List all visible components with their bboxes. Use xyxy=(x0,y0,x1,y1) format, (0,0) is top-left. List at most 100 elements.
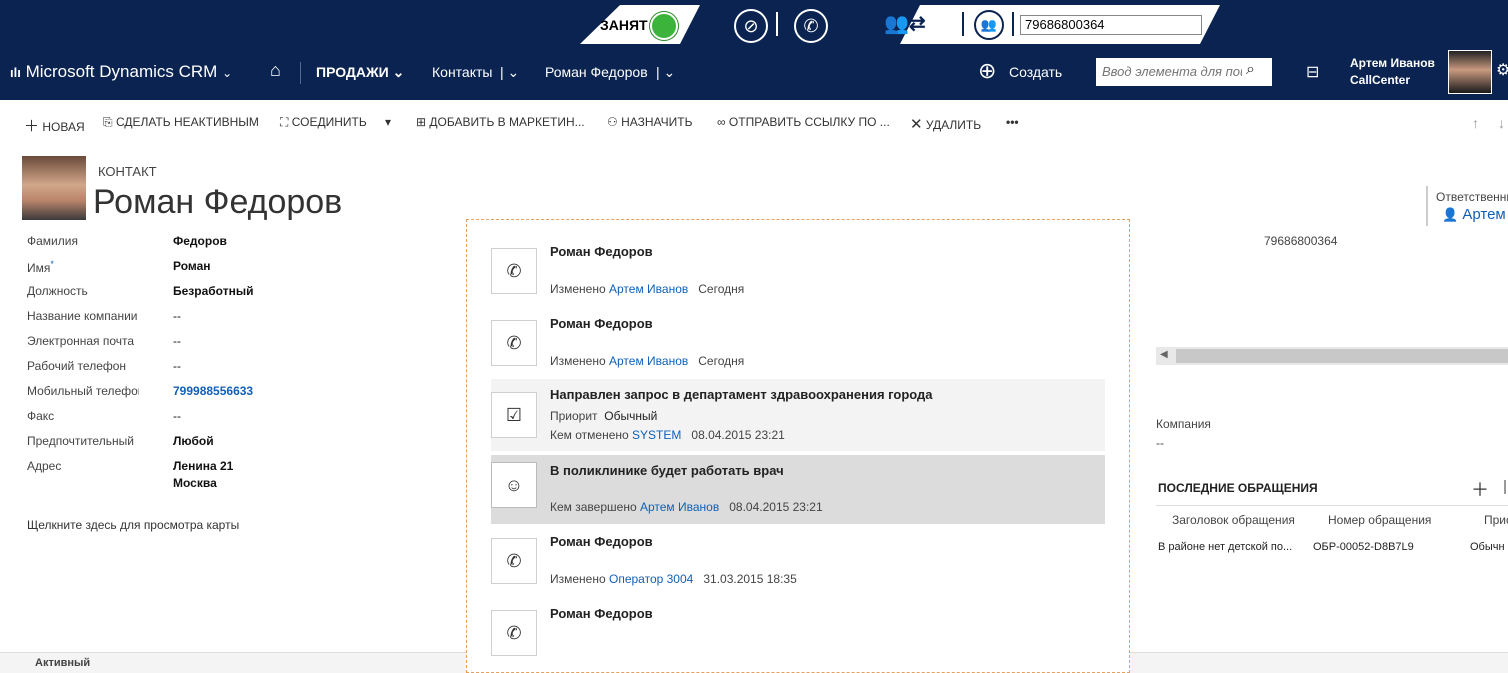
scroll-left-icon[interactable]: ◀ xyxy=(1160,349,1168,360)
field-value-business-phone[interactable]: -- xyxy=(173,359,181,373)
field-label-mobile-phone: Мобильный телефон xyxy=(27,384,139,398)
contact-photo[interactable] xyxy=(22,156,86,220)
phone-value: 79686800364 xyxy=(1264,234,1338,248)
case-title-cell[interactable]: В районе нет детской по... xyxy=(1158,541,1292,553)
activity-title[interactable]: В поликлинике будет работать врач xyxy=(550,463,784,478)
field-value-firstname[interactable]: Роман xyxy=(173,259,211,273)
merge-icon: ⛶ xyxy=(280,115,289,129)
phone-call-icon: ✆ xyxy=(491,320,537,366)
phone-number-input[interactable] xyxy=(1020,15,1202,35)
assign-label: НАЗНАЧИТЬ xyxy=(621,115,693,129)
field-label-email: Электронная почта xyxy=(27,334,135,348)
assign-button[interactable]: ⚇ НАЗНАЧИТЬ xyxy=(607,115,692,129)
mute-icon[interactable]: ⊘ xyxy=(734,9,768,43)
merge-button[interactable]: ⛶ СОЕДИНИТЬ xyxy=(280,115,367,130)
nav-area-sales[interactable]: ПРОДАЖИ ⌄ xyxy=(316,64,404,81)
gear-icon[interactable]: ⚙ xyxy=(1496,60,1508,80)
service-activity-icon: ☺ xyxy=(491,462,537,508)
activity-title[interactable]: Роман Федоров xyxy=(550,606,653,621)
activity-meta: Кем отменено SYSTEM 08.04.2015 23:21 xyxy=(550,428,785,442)
search-icon[interactable]: ⌕ xyxy=(1246,61,1255,79)
deactivate-button[interactable]: ⎘ СДЕЛАТЬ НЕАКТИВНЫМ xyxy=(103,115,259,130)
chevron-down-icon[interactable]: | ⌄ xyxy=(500,64,519,81)
send-link-button[interactable]: ∞ ОТПРАВИТЬ ССЫЛКУ ПО ... xyxy=(717,115,890,129)
divider xyxy=(1504,480,1506,494)
activity-author-link[interactable]: Артем Иванов xyxy=(609,354,688,368)
case-number-cell[interactable]: ОБР-00052-D8B7L9 xyxy=(1313,541,1414,553)
field-value-mobile-phone[interactable]: 799988556633 xyxy=(173,384,253,398)
phone-call-icon: ✆ xyxy=(491,248,537,294)
nav-record[interactable]: Роман Федоров xyxy=(545,64,648,80)
case-priority-cell[interactable]: Обычн xyxy=(1470,541,1505,553)
field-value-lastname[interactable]: Федоров xyxy=(173,234,227,248)
field-label-address: Адрес xyxy=(27,459,62,473)
divider xyxy=(1012,12,1014,36)
view-map-link[interactable]: Щелкните здесь для просмотра карты xyxy=(27,518,239,532)
activity-title[interactable]: Направлен запрос в департамент здравоохр… xyxy=(550,387,933,402)
page-title: Роман Федоров xyxy=(93,183,343,221)
owner-link[interactable]: 👤 Артем xyxy=(1442,206,1506,223)
command-bar: ＋ НОВАЯ ⎘ СДЕЛАТЬ НЕАКТИВНЫМ ⛶ СОЕДИНИТЬ… xyxy=(0,100,1508,144)
activity-title[interactable]: Роман Федоров xyxy=(550,316,653,331)
activity-item[interactable]: ✆ Роман Федоров Изменено Артем Иванов Се… xyxy=(491,314,1105,374)
delete-button[interactable]: ✕ УДАЛИТЬ xyxy=(910,115,981,133)
field-value-email[interactable]: -- xyxy=(173,334,181,348)
create-button[interactable]: Создать xyxy=(1009,64,1062,80)
chevron-down-icon: ⌄ xyxy=(222,66,233,80)
activity-item[interactable]: ✆ Роман Федоров xyxy=(491,604,1105,664)
field-value-company[interactable]: -- xyxy=(173,309,181,323)
transfer-icon[interactable]: 👥⇄ xyxy=(884,11,950,37)
field-label-business-phone: Рабочий телефон xyxy=(27,359,127,373)
app-title-menu[interactable]: ılı Microsoft Dynamics CRM ⌄ xyxy=(10,62,232,82)
add-case-icon[interactable]: ＋ xyxy=(1471,476,1489,502)
activity-author-link[interactable]: Артем Иванов xyxy=(609,282,688,296)
nav-entity-contacts[interactable]: Контакты xyxy=(432,64,492,80)
activity-item[interactable]: ☑ Направлен запрос в департамент здравоо… xyxy=(491,379,1105,451)
activity-feed-panel: ✆ Роман Федоров Изменено Артем Иванов Се… xyxy=(466,219,1130,673)
search-input[interactable] xyxy=(1096,58,1248,84)
more-commands-button[interactable]: ••• xyxy=(1006,115,1019,129)
phonebar-dark-left xyxy=(0,5,580,44)
activity-author-link[interactable]: Артем Иванов xyxy=(640,500,719,514)
divider xyxy=(962,12,964,36)
activity-author-link[interactable]: SYSTEM xyxy=(632,428,681,442)
field-value-jobtitle[interactable]: Безработный xyxy=(173,284,253,298)
avatar[interactable] xyxy=(1448,50,1492,94)
activity-item[interactable]: ✆ Роман Федоров Изменено Артем Иванов Се… xyxy=(491,242,1105,302)
field-value-fax[interactable]: -- xyxy=(173,409,181,423)
add-to-marketing-button[interactable]: ⊞ ДОБАВИТЬ В МАРКЕТИН... xyxy=(416,115,585,129)
activity-item[interactable]: ☺ В поликлинике будет работать врач Кем … xyxy=(491,455,1105,524)
column-header-priority[interactable]: Приор xyxy=(1484,513,1508,527)
user-name: Артем Иванов xyxy=(1350,56,1435,70)
column-header-title[interactable]: Заголовок обращения xyxy=(1172,513,1295,527)
chevron-down-icon[interactable]: | ⌄ xyxy=(656,64,675,81)
home-icon[interactable]: ⌂ xyxy=(270,60,281,81)
navigation-bar: ılı Microsoft Dynamics CRM ⌄ ⌂ ПРОДАЖИ ⌄… xyxy=(0,44,1508,100)
column-header-number[interactable]: Номер обращения xyxy=(1328,513,1431,527)
activity-title[interactable]: Роман Федоров xyxy=(550,534,653,549)
new-button[interactable]: ＋ НОВАЯ xyxy=(24,115,85,136)
field-value-address-city[interactable]: Москва xyxy=(173,476,217,490)
hangup-icon[interactable]: ✆ xyxy=(794,9,828,43)
activity-title[interactable]: Роман Федоров xyxy=(550,244,653,259)
create-plus-icon[interactable]: ⊕ xyxy=(978,58,996,84)
new-label: НОВАЯ xyxy=(42,120,85,134)
field-label-jobtitle: Должность xyxy=(27,284,88,298)
chevron-down-icon[interactable]: ▾ xyxy=(385,115,391,129)
entity-label: КОНТАКТ xyxy=(98,164,157,179)
advanced-find-icon[interactable]: ⊟ xyxy=(1306,62,1319,82)
agent-status-label: ЗАНЯТ xyxy=(600,17,648,33)
online-status-icon[interactable] xyxy=(650,12,678,40)
field-value-address-street[interactable]: Ленина 21 xyxy=(173,459,233,473)
marketing-list-icon: ⊞ xyxy=(416,115,427,129)
activity-author-link[interactable]: Оператор 3004 xyxy=(609,572,693,586)
field-value-preferred[interactable]: Любой xyxy=(173,434,214,448)
add-marketing-label: ДОБАВИТЬ В МАРКЕТИН... xyxy=(429,115,585,129)
arrow-up-icon[interactable]: ↑ xyxy=(1472,115,1479,131)
scrollbar-thumb[interactable] xyxy=(1176,349,1508,363)
assign-icon: ⚇ xyxy=(607,115,618,129)
conference-icon[interactable]: 👥 xyxy=(974,10,1004,40)
link-icon: ∞ xyxy=(717,115,726,129)
activity-item[interactable]: ✆ Роман Федоров Изменено Оператор 3004 3… xyxy=(491,532,1105,592)
arrow-down-icon[interactable]: ↓ xyxy=(1498,115,1505,131)
